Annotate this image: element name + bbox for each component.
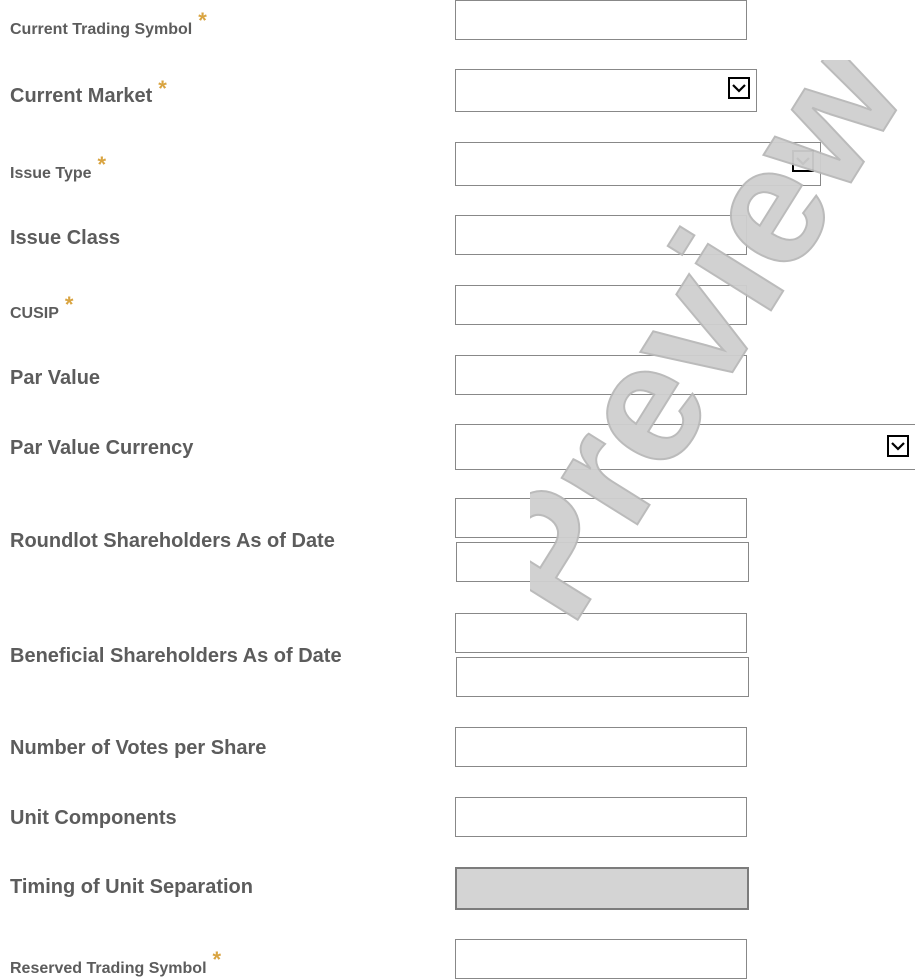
roundlot-shareholders-input[interactable]	[455, 498, 747, 538]
label-timing-unit-separation: Timing of Unit Separation	[10, 876, 253, 898]
required-asterisk: *	[212, 947, 222, 972]
label-current-trading-symbol: Current Trading Symbol *	[10, 8, 207, 38]
reserved-trading-symbol-input[interactable]	[455, 939, 747, 979]
label-beneficial-shareholders: Beneficial Shareholders As of Date	[10, 645, 342, 667]
label-issue-type: Issue Type *	[10, 152, 107, 182]
label-votes-per-share: Number of Votes per Share	[10, 737, 267, 759]
beneficial-date-input[interactable]	[456, 657, 749, 697]
label-par-value: Par Value	[10, 367, 101, 389]
label-par-value-currency: Par Value Currency	[10, 437, 194, 459]
required-asterisk: *	[158, 76, 167, 101]
required-asterisk: *	[97, 152, 107, 177]
par-value-currency-select[interactable]	[455, 424, 915, 470]
chevron-down-icon[interactable]	[792, 150, 814, 172]
roundlot-date-input[interactable]	[456, 542, 749, 582]
label-current-market: Current Market *	[10, 76, 167, 107]
issue-class-input[interactable]	[455, 215, 747, 255]
label-unit-components: Unit Components	[10, 807, 177, 829]
label-cusip: CUSIP *	[10, 292, 74, 322]
chevron-down-icon[interactable]	[887, 435, 909, 457]
current-trading-symbol-input[interactable]	[455, 0, 747, 40]
unit-components-input[interactable]	[455, 797, 747, 837]
timing-unit-separation-input	[455, 867, 749, 910]
label-reserved-trading-symbol: Reserved Trading Symbol *	[10, 947, 222, 977]
required-asterisk: *	[64, 292, 74, 317]
current-market-select[interactable]	[455, 69, 757, 112]
cusip-input[interactable]	[455, 285, 747, 325]
label-issue-class: Issue Class	[10, 227, 121, 249]
beneficial-shareholders-input[interactable]	[455, 613, 747, 653]
chevron-down-icon[interactable]	[728, 77, 750, 99]
par-value-input[interactable]	[455, 355, 747, 395]
required-asterisk: *	[198, 8, 207, 33]
issue-type-select[interactable]	[455, 142, 821, 186]
label-roundlot-shareholders: Roundlot Shareholders As of Date	[10, 530, 335, 552]
votes-per-share-input[interactable]	[455, 727, 747, 767]
